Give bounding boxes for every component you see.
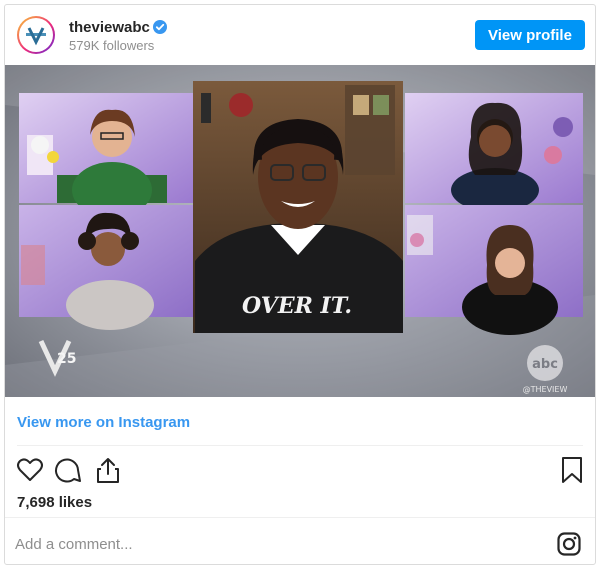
action-bar	[5, 455, 595, 489]
post-image[interactable]: OVER IT. 25 abc @THEVIEW	[5, 65, 595, 397]
panel-center-whoopi: OVER IT.	[193, 81, 403, 333]
panel-top-left	[19, 93, 193, 218]
share-icon[interactable]	[93, 455, 123, 485]
view-profile-button[interactable]: View profile	[475, 20, 585, 50]
profile-avatar[interactable]	[17, 16, 55, 54]
comment-icon[interactable]	[53, 455, 83, 485]
add-comment-input[interactable]: Add a comment...	[15, 536, 133, 553]
network-logo-text: abc	[532, 357, 558, 372]
comment-bar: Add a comment...	[5, 517, 595, 566]
view-more-link[interactable]: View more on Instagram	[17, 414, 190, 431]
instagram-icon[interactable]	[557, 532, 581, 556]
shirt-text: OVER IT.	[242, 293, 352, 319]
svg-text:25: 25	[57, 351, 76, 367]
the-view-logo-icon	[26, 27, 46, 46]
post-header: theviewabc 579K followers View profile	[5, 5, 595, 65]
divider	[17, 445, 583, 446]
like-count[interactable]: 7,698 likes	[17, 494, 92, 511]
panel-top-right	[405, 93, 583, 212]
verified-badge-icon	[153, 20, 167, 34]
instagram-embed-card: theviewabc 579K followers View profile O…	[4, 4, 596, 565]
panel-bottom-left	[19, 205, 193, 330]
handle-text: @THEVIEW	[523, 385, 568, 394]
username[interactable]: theviewabc	[69, 19, 150, 36]
heart-icon[interactable]	[15, 455, 45, 485]
panel-bottom-right	[405, 205, 583, 335]
video-call-screenshot: OVER IT. 25 abc @THEVIEW	[5, 65, 595, 397]
bookmark-icon[interactable]	[557, 455, 587, 485]
follower-count: 579K followers	[69, 38, 155, 53]
